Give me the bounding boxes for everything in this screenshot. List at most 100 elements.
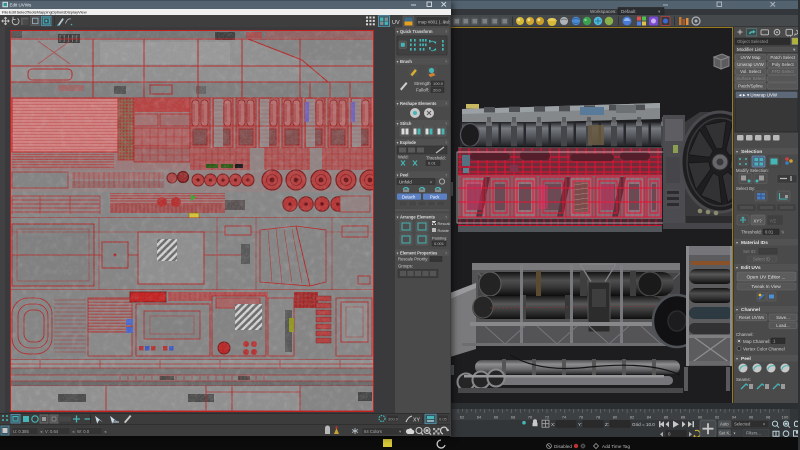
svg-text:Tools: Tools (27, 10, 36, 15)
svg-text:Channel: Channel (741, 307, 760, 313)
svg-text:FFD Select: FFD Select (772, 69, 795, 74)
svg-text:86: 86 (664, 415, 669, 420)
svg-text:Add Time Tag: Add Time Tag (602, 444, 630, 449)
svg-text:Edit UVs: Edit UVs (741, 265, 761, 271)
svg-text:▾: ▾ (736, 265, 738, 270)
svg-text:Y:: Y: (578, 422, 582, 427)
svg-text:Unwrap UVW: Unwrap UVW (737, 62, 764, 67)
svg-text:Filters...: Filters... (746, 431, 761, 436)
svg-text:Tweak In View: Tweak In View (751, 284, 781, 289)
svg-text:Modifier List: Modifier List (737, 47, 762, 52)
svg-text:Unfold: Unfold (399, 179, 412, 184)
svg-text:100.0: 100.0 (433, 81, 444, 86)
svg-text:▾: ▾ (397, 59, 399, 64)
svg-text:64: 64 (477, 415, 482, 420)
svg-text:Brush: Brush (400, 58, 412, 63)
svg-text:▾: ▾ (397, 172, 399, 177)
svg-text:70: 70 (528, 415, 533, 420)
svg-text:Rescale: Rescale (438, 220, 451, 225)
svg-text:▾: ▾ (736, 149, 738, 154)
svg-text:U: 0.385: U: 0.385 (13, 429, 30, 434)
svg-text:Peel: Peel (400, 172, 408, 177)
svg-text:UV: UV (392, 20, 400, 26)
svg-text:▾ Unwrap UVW: ▾ Unwrap UVW (747, 92, 778, 97)
svg-text:X:: X: (551, 422, 555, 427)
svg-text:View: View (78, 10, 87, 15)
svg-text:Padding:: Padding: (432, 235, 447, 240)
svg-text:76: 76 (579, 415, 584, 420)
svg-text:Set K..: Set K.. (719, 431, 732, 436)
svg-text:300.0: 300.0 (388, 417, 399, 422)
svg-text:Reshape Elements: Reshape Elements (400, 100, 437, 105)
svg-text:Quick Transform: Quick Transform (400, 28, 433, 33)
svg-text:68: 68 (511, 415, 516, 420)
svg-text:▾: ▾ (736, 356, 738, 361)
svg-text:Detach: Detach (402, 194, 416, 199)
svg-text:Channel:: Channel: (736, 332, 754, 337)
svg-text:Modify Selection:: Modify Selection: (736, 168, 769, 173)
svg-text:Z:: Z: (605, 422, 609, 427)
svg-text:80: 80 (613, 415, 618, 420)
svg-text:Patch Select: Patch Select (770, 54, 795, 59)
svg-text:Explode: Explode (400, 139, 417, 144)
svg-text:Select By:: Select By: (736, 186, 755, 191)
svg-text:◄►: ◄► (738, 92, 746, 97)
svg-text:Load...: Load... (776, 323, 789, 328)
svg-text:▾: ▾ (397, 140, 399, 145)
svg-text:Seams:: Seams: (736, 377, 751, 382)
svg-text:Mapping: Mapping (37, 10, 52, 15)
svg-text:Material IDs: Material IDs (741, 240, 768, 246)
svg-text:0.001: 0.001 (434, 241, 445, 246)
svg-text:62: 62 (460, 415, 465, 420)
svg-text:Poly Select: Poly Select (772, 62, 795, 67)
svg-text:▾: ▾ (397, 101, 399, 106)
svg-text:Surface Select: Surface Select (736, 76, 765, 81)
svg-text:V: 0.64: V: 0.64 (45, 429, 59, 434)
svg-text:Rotate: Rotate (438, 227, 449, 232)
svg-text:▾: ▾ (430, 179, 432, 184)
svg-text:100: 100 (782, 415, 789, 420)
svg-text:▾: ▾ (736, 240, 738, 245)
svg-text:Object Selected: Object Selected (737, 39, 769, 44)
svg-text:82: 82 (630, 415, 635, 420)
svg-text:▾: ▾ (736, 307, 738, 312)
svg-text:Open UV Editor ...: Open UV Editor ... (747, 274, 786, 280)
svg-text:Stitch: Stitch (400, 120, 412, 125)
svg-text:Disabled: Disabled (554, 444, 572, 449)
svg-text:Selected: Selected (734, 422, 751, 427)
svg-text:88: 88 (681, 415, 686, 420)
svg-text:UVW Map: UVW Map (740, 54, 761, 59)
svg-text:XY?: XY? (754, 218, 763, 223)
svg-text:66: 66 (494, 415, 499, 420)
svg-text:90: 90 (698, 415, 703, 420)
svg-text:94: 94 (732, 415, 737, 420)
svg-text:0.05: 0.05 (439, 417, 448, 422)
svg-text:W: 0.0: W: 0.0 (77, 429, 90, 434)
svg-text:84: 84 (647, 415, 652, 420)
svg-text:Element Properties: Element Properties (400, 250, 438, 255)
svg-text:Patch/Spline: Patch/Spline (738, 83, 763, 88)
svg-text:▾: ▾ (397, 29, 399, 34)
svg-text:74: 74 (562, 415, 567, 420)
svg-text:Threshold:: Threshold: (741, 229, 762, 234)
svg-text:Map Channel:: Map Channel: (743, 339, 770, 344)
svg-text:0.01: 0.01 (428, 160, 437, 165)
svg-text:Vertex Color Channel: Vertex Color Channel (743, 346, 785, 351)
svg-text:Grid = 10.0: Grid = 10.0 (632, 422, 655, 427)
svg-text:Edit UVWs: Edit UVWs (10, 3, 33, 8)
svg-text:Arrange Elements: Arrange Elements (400, 214, 436, 219)
svg-text:64 Colors: 64 Colors (364, 429, 382, 434)
svg-text:96: 96 (749, 415, 754, 420)
svg-text:Peel: Peel (741, 356, 751, 362)
svg-text:Default: Default (621, 9, 636, 14)
svg-text:20.0: 20.0 (433, 87, 442, 92)
svg-text:▾: ▾ (734, 431, 736, 436)
svg-text:Rescale Priority:: Rescale Priority: (398, 256, 428, 261)
svg-text:Weld:: Weld: (398, 154, 409, 159)
svg-text:Auto: Auto (720, 422, 729, 427)
svg-text:XY: XY (413, 418, 420, 424)
svg-text:Select ID: Select ID (753, 256, 770, 261)
svg-text:▾: ▾ (397, 121, 399, 126)
svg-text:Falloff:: Falloff: (416, 87, 429, 92)
svg-text:Save...: Save... (776, 315, 790, 320)
